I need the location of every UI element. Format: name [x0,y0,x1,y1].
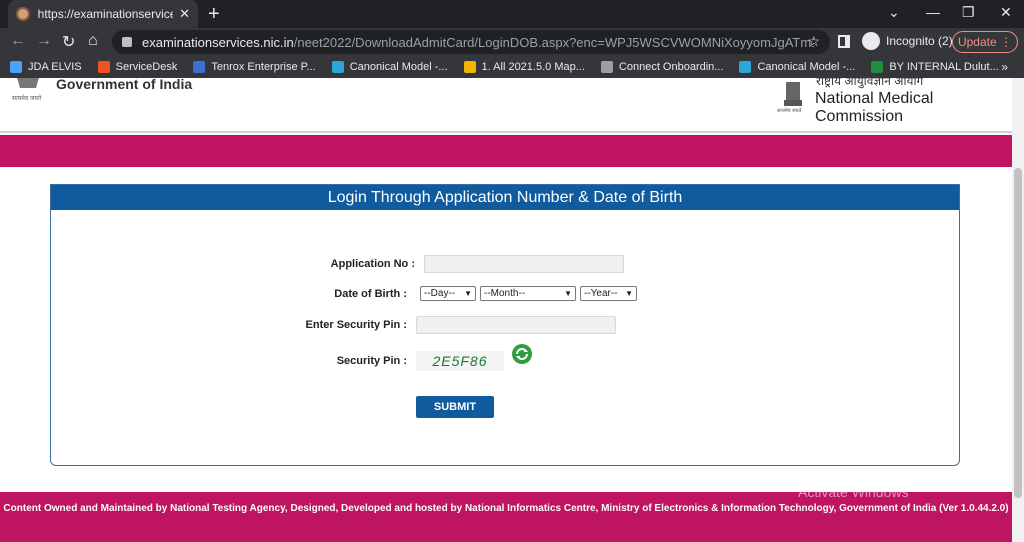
address-bar[interactable]: examinationservices.nic.in /neet2022/Dow… [112,30,830,54]
bookmark-label: 1. All 2021.5.0 Map... [481,61,585,73]
bookmark-icon [739,61,752,73]
bookmark-icon [10,61,22,73]
bookmark-label: Canonical Model -... [349,61,448,73]
app-no-row: Application No : [285,255,624,273]
bookmark-icon [463,61,476,73]
close-tab-icon[interactable]: ✕ [179,6,190,22]
side-panel-icon[interactable] [838,35,850,48]
incognito-indicator[interactable]: Incognito (2) [862,32,953,50]
bookmark-item[interactable]: 1. All 2021.5.0 Map... [463,61,585,73]
tab-title: https://examinationservices.nic.in [37,7,174,21]
browser-tab[interactable]: https://examinationservices.nic.in ✕ [8,0,198,28]
bookmark-icon [331,61,344,73]
bookmark-star-icon[interactable]: ☆ [807,33,820,50]
emblem-icon [17,78,39,88]
minimize-icon[interactable]: — [926,4,940,20]
goi-title: Government of India [56,78,193,92]
captcha-row: Security Pin : 2E5F86 [277,344,534,371]
pin-row: Enter Security Pin : [277,316,616,334]
incognito-label: Incognito (2) [886,34,953,48]
restore-icon[interactable]: ❐ [962,4,975,21]
bookmark-item[interactable]: Tenrox Enterprise P... [193,61,316,73]
back-icon[interactable]: ← [10,32,26,50]
month-select[interactable]: --Month-- ▼ [480,286,576,301]
day-value: --Day-- [424,288,456,299]
incognito-icon [862,32,880,50]
tab-strip: https://examinationservices.nic.in ✕ + ⌄… [0,0,1024,28]
dob-label: Date of Birth : [334,287,407,300]
close-window-icon[interactable]: ✕ [1000,4,1012,21]
submit-button[interactable]: SUBMIT [416,396,494,418]
bookmark-label: Tenrox Enterprise P... [211,61,316,73]
new-tab-icon[interactable]: + [208,3,220,26]
app-no-label: Application No : [330,258,415,270]
nmc-title: National Medical Commission [815,90,934,125]
day-select[interactable]: --Day-- ▼ [420,286,476,301]
bookmark-item[interactable]: ServiceDesk [97,61,178,73]
browser-toolbar: ← → ↻ ⌂ examinationservices.nic.in /neet… [0,28,1024,56]
month-value: --Month-- [484,288,526,299]
chevron-down-icon: ▼ [564,289,572,298]
bookmark-icon [871,61,884,73]
year-select[interactable]: --Year-- ▼ [580,286,637,301]
pin-label: Enter Security Pin : [305,319,407,331]
favicon-icon [16,7,30,21]
page-scrollbar[interactable] [1012,78,1024,542]
scroll-thumb[interactable] [1014,168,1022,498]
forward-icon[interactable]: → [36,32,52,50]
bookmark-item[interactable]: JDA ELVIS [10,61,82,73]
login-card: Login Through Application Number & Date … [50,184,960,466]
bookmark-icon [600,61,613,73]
header-band [0,135,1012,167]
card-title: Login Through Application Number & Date … [51,185,959,210]
update-label: Update [957,35,997,49]
site-header: Government of India सत्यमेव जयते राष्ट्र… [0,78,1012,133]
captcha-image: 2E5F86 [416,351,504,371]
security-pin-label: Security Pin : [336,355,407,367]
security-pin-input[interactable] [416,316,616,334]
update-button[interactable]: Update ⋮ [952,31,1018,53]
url-path: /neet2022/DownloadAdmitCard/LoginDOB.asp… [293,34,814,50]
reload-icon[interactable]: ↻ [62,32,75,52]
bookmark-label: ServiceDesk [115,61,178,73]
url-host: examinationservices.nic.in [142,34,294,50]
bookmark-label: JDA ELVIS [28,61,82,73]
chevron-down-icon: ▼ [464,289,472,298]
tab-search-icon[interactable]: ⌄ [888,4,900,21]
nmc-hindi-title: राष्ट्रीय आयुर्विज्ञान आयोग [816,78,924,88]
bookmark-icon [193,61,206,73]
bookmark-item[interactable]: Canonical Model -... [331,61,448,73]
application-number-input[interactable] [424,255,624,273]
activate-windows-watermark: Activate Windows [798,484,909,500]
bookmark-label: Connect Onboardin... [618,61,724,73]
home-icon[interactable]: ⌂ [88,32,98,50]
dob-row: Date of Birth : --Day-- ▼ --Month-- ▼ --Ye… [277,286,637,301]
bookmark-item[interactable]: Connect Onboardin... [600,61,724,73]
refresh-captcha-icon[interactable] [510,342,534,366]
bookmarks-bar: JDA ELVIS ServiceDesk Tenrox Enterprise P.… [0,56,1024,78]
bookmark-label: BY INTERNAL Dulut... [889,61,999,73]
bookmark-icon [97,61,110,73]
chevron-down-icon: ▼ [625,289,633,298]
year-value: --Year-- [584,288,618,299]
more-bookmarks-icon[interactable]: » [1001,60,1008,74]
page-content: Government of India सत्यमेव जयते राष्ट्र… [0,78,1012,542]
bookmark-item[interactable]: BY INTERNAL Dulut... [871,61,999,73]
satyamev-text: सत्यमेव जयते [12,96,42,102]
ashoka-caption: सत्यमेव जयते [777,108,802,114]
bookmark-label: Canonical Model -... [757,61,856,73]
bookmark-item[interactable]: Canonical Model -... [739,61,855,73]
lock-icon [122,37,132,47]
